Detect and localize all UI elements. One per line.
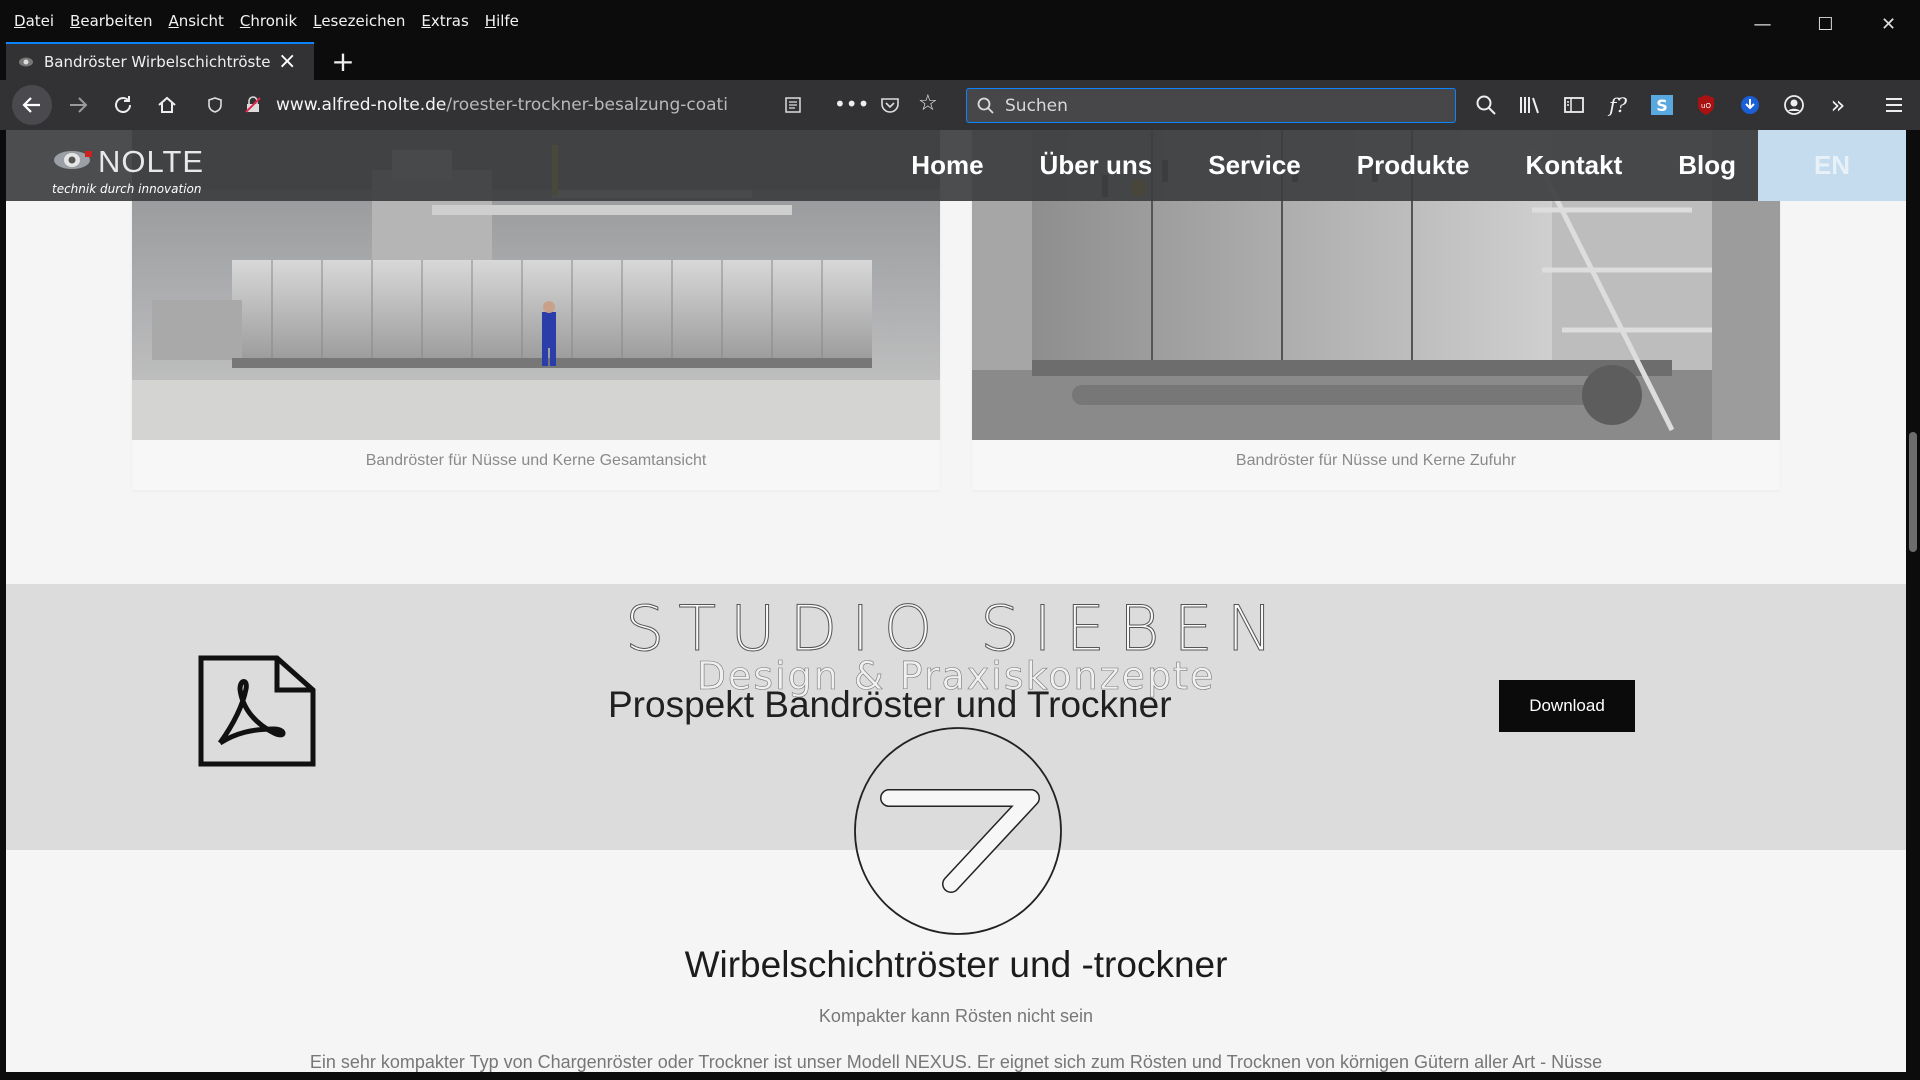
library-icon[interactable] (1514, 89, 1546, 121)
watermark-subtitle: Design & Praxiskonzepte (696, 654, 1216, 699)
scrollbar-thumb[interactable] (1909, 432, 1917, 552)
site-favicon-icon (19, 57, 33, 67)
insecure-lock-icon[interactable] (244, 96, 262, 114)
section-subtitle: Kompakter kann Rösten nicht sein (818, 1006, 1094, 1026)
menu-ansicht[interactable]: Ansicht (168, 12, 223, 30)
page-scrollbar[interactable] (1906, 130, 1920, 1072)
menu-datei[interactable]: Datei (14, 12, 54, 30)
url-domain: www.alfred-nolte.de (276, 95, 447, 115)
tab-strip: Bandröster Wirbelschichtröster × + (0, 40, 1920, 80)
watermark-seven-logo (854, 727, 1062, 935)
font-info-icon[interactable]: f? (1602, 89, 1634, 121)
back-icon[interactable] (12, 85, 52, 125)
page-viewport: NOLTE technik durch innovation Home Über… (6, 130, 1906, 1072)
browser-window: Datei Bearbeiten Ansicht Chronik Lesezei… (0, 0, 1920, 1080)
tab-active[interactable]: Bandröster Wirbelschichtröster × (6, 42, 314, 80)
maximize-icon[interactable]: ☐ (1794, 6, 1857, 42)
page-actions-icon[interactable]: ••• (834, 92, 869, 116)
reader-view-icon[interactable] (784, 96, 802, 114)
reload-icon[interactable] (107, 89, 139, 121)
nav-ueber-uns[interactable]: Über uns (1040, 150, 1153, 181)
ublock-icon[interactable]: uO (1690, 89, 1722, 121)
url-path: /roester-trockner-besalzung-coati (446, 95, 728, 115)
section-body: Ein sehr kompakter Typ von Chargenröster… (309, 1052, 1603, 1072)
window-controls: — ☐ ✕ (1731, 6, 1920, 42)
tracking-shield-icon[interactable] (206, 96, 224, 114)
search-icon (977, 97, 994, 114)
site-navigation: Home Über uns Service Produkte Kontakt B… (855, 130, 1736, 201)
menu-bar: Datei Bearbeiten Ansicht Chronik Lesezei… (0, 8, 535, 34)
download-helper-icon[interactable] (1734, 89, 1766, 121)
menu-chronik[interactable]: Chronik (240, 12, 297, 30)
site-header: NOLTE technik durch innovation Home Über… (6, 130, 1906, 201)
nolte-logo-icon (54, 151, 92, 169)
url-bar[interactable]: www.alfred-nolte.de/roester-trockner-bes… (198, 86, 958, 124)
nav-blog[interactable]: Blog (1678, 150, 1736, 181)
svg-text:uO: uO (1701, 102, 1711, 110)
url-text[interactable]: www.alfred-nolte.de/roester-trockner-bes… (276, 95, 736, 115)
close-window-icon[interactable]: ✕ (1857, 6, 1920, 42)
menu-extras[interactable]: Extras (421, 12, 468, 30)
navigation-toolbar: www.alfred-nolte.de/roester-trockner-bes… (0, 80, 1920, 130)
nav-produkte[interactable]: Produkte (1357, 150, 1470, 181)
close-tab-icon[interactable]: × (278, 51, 296, 73)
forward-icon[interactable] (62, 89, 94, 121)
gallery-caption-feed: Bandröster für Nüsse und Kerne Zufuhr (1235, 452, 1517, 469)
extension-s-icon[interactable]: S (1646, 89, 1678, 121)
sidebar-icon[interactable] (1558, 89, 1590, 121)
nav-home[interactable]: Home (911, 150, 983, 181)
bookmark-star-icon[interactable]: ☆ (918, 91, 938, 116)
home-icon[interactable] (151, 89, 183, 121)
search-toolbar-icon[interactable] (1470, 89, 1502, 121)
nav-service[interactable]: Service (1208, 150, 1301, 181)
section-title: Wirbelschichtröster und -trockner (684, 944, 1228, 985)
search-placeholder: Suchen (1005, 95, 1068, 116)
language-switch-en[interactable]: EN (1758, 130, 1906, 201)
menu-hilfe[interactable]: Hilfe (485, 12, 519, 30)
hamburger-menu-icon[interactable] (1878, 89, 1910, 121)
new-tab-icon[interactable]: + (326, 44, 360, 78)
nav-kontakt[interactable]: Kontakt (1525, 150, 1622, 181)
account-icon[interactable] (1778, 89, 1810, 121)
menu-lesezeichen[interactable]: Lesezeichen (313, 12, 405, 30)
logo-text: NOLTE (98, 144, 205, 179)
minimize-icon[interactable]: — (1731, 6, 1794, 42)
tab-title: Bandröster Wirbelschichtröster (44, 53, 270, 71)
menu-bearbeiten[interactable]: Bearbeiten (70, 12, 152, 30)
logo-tagline: technik durch innovation (52, 182, 202, 196)
pocket-icon[interactable] (880, 96, 900, 114)
overflow-menu-icon[interactable]: » (1822, 89, 1854, 121)
search-input[interactable]: Suchen (966, 88, 1456, 123)
gallery-caption-overview: Bandröster für Nüsse und Kerne Gesamtans… (365, 452, 707, 469)
